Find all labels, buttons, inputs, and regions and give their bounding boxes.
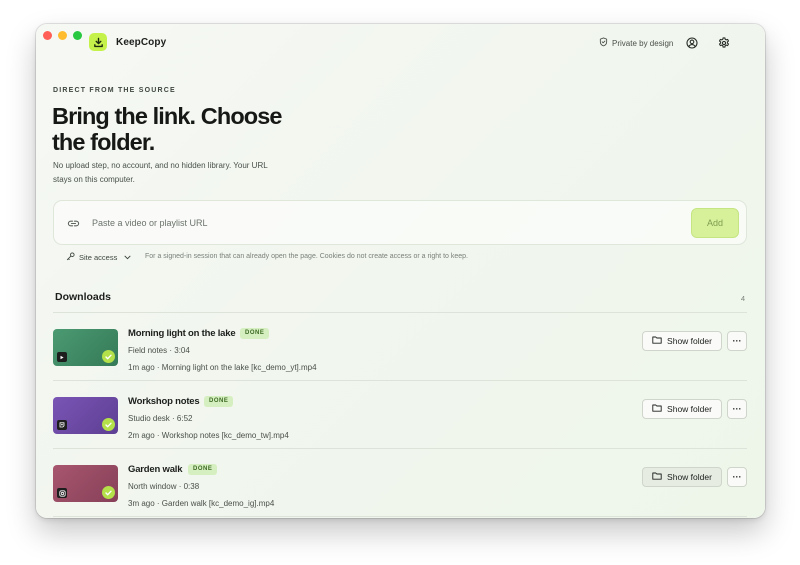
show-folder-label: Show folder: [667, 404, 712, 414]
app-window: KeepCopy Private by design DIRECT FROM T…: [36, 24, 765, 518]
url-bar: Add: [53, 200, 747, 245]
show-folder-button[interactable]: Show folder: [642, 467, 722, 487]
video-thumbnail: [53, 329, 118, 366]
divider: [53, 312, 747, 313]
downloads-title: Downloads: [55, 291, 112, 303]
divider: [53, 380, 747, 381]
download-row: Morning light on the lake DONE Field not…: [53, 314, 747, 380]
download-row: Garden walk DONE North window · 0:38 3m …: [53, 450, 747, 516]
close-window-button[interactable]: [43, 31, 52, 40]
privacy-indicator: Private by design: [599, 37, 673, 49]
youtube-icon: [57, 352, 67, 362]
folder-icon: [652, 404, 662, 414]
download-meta: Field notes · 3:04: [128, 346, 190, 355]
show-folder-button[interactable]: Show folder: [642, 399, 722, 419]
folder-icon: [652, 336, 662, 346]
download-title: Garden walk: [128, 464, 183, 475]
show-folder-label: Show folder: [667, 336, 712, 346]
download-file: 2m ago · Workshop notes [kc_demo_tw].mp4: [128, 431, 289, 440]
site-access-dropdown[interactable]: Site access: [66, 252, 131, 263]
downloads-count: 4: [740, 294, 745, 303]
key-icon: [66, 252, 75, 263]
more-options-button[interactable]: ···: [727, 399, 747, 419]
download-meta: North window · 0:38: [128, 482, 200, 491]
status-badge: DONE: [204, 396, 234, 407]
check-icon: [102, 350, 115, 363]
download-title: Morning light on the lake: [128, 328, 236, 339]
folder-icon: [652, 472, 662, 482]
download-file: 3m ago · Garden walk [kc_demo_ig].mp4: [128, 499, 275, 508]
divider: [53, 448, 747, 449]
window-controls: [43, 31, 82, 40]
page-title: Bring the link. Choose the folder.: [52, 103, 282, 155]
download-row: Workshop notes DONE Studio desk · 6:52 2…: [53, 382, 747, 448]
check-icon: [102, 418, 115, 431]
add-button[interactable]: Add: [691, 208, 739, 238]
chevron-down-icon: [124, 253, 131, 262]
hero-subcopy: No upload step, no account, and no hidde…: [53, 161, 268, 184]
check-icon: [102, 486, 115, 499]
minimize-window-button[interactable]: [58, 31, 67, 40]
app-name: KeepCopy: [116, 37, 167, 48]
shield-icon: [599, 37, 608, 49]
video-thumbnail: [53, 465, 118, 502]
site-access-label: Site access: [79, 253, 118, 262]
hero-eyebrow: DIRECT FROM THE SOURCE: [53, 87, 176, 94]
instagram-icon: [57, 488, 67, 498]
link-icon: [67, 217, 80, 230]
url-input[interactable]: [92, 214, 652, 232]
twitch-icon: [57, 420, 67, 430]
status-badge: DONE: [240, 328, 270, 339]
show-folder-button[interactable]: Show folder: [642, 331, 722, 351]
privacy-label: Private by design: [612, 38, 674, 48]
gear-icon[interactable]: [717, 36, 730, 49]
site-access-note: For a signed-in session that can already…: [145, 253, 468, 260]
download-icon: [89, 33, 107, 51]
download-meta: Studio desk · 6:52: [128, 414, 193, 423]
download-title: Workshop notes: [128, 396, 200, 407]
show-folder-label: Show folder: [667, 472, 712, 482]
more-options-button[interactable]: ···: [727, 467, 747, 487]
profile-icon[interactable]: [685, 36, 698, 49]
zoom-window-button[interactable]: [73, 31, 82, 40]
video-thumbnail: [53, 397, 118, 434]
divider: [53, 516, 747, 517]
download-file: 1m ago · Morning light on the lake [kc_d…: [128, 363, 317, 372]
more-options-button[interactable]: ···: [727, 331, 747, 351]
status-badge: DONE: [188, 464, 218, 475]
